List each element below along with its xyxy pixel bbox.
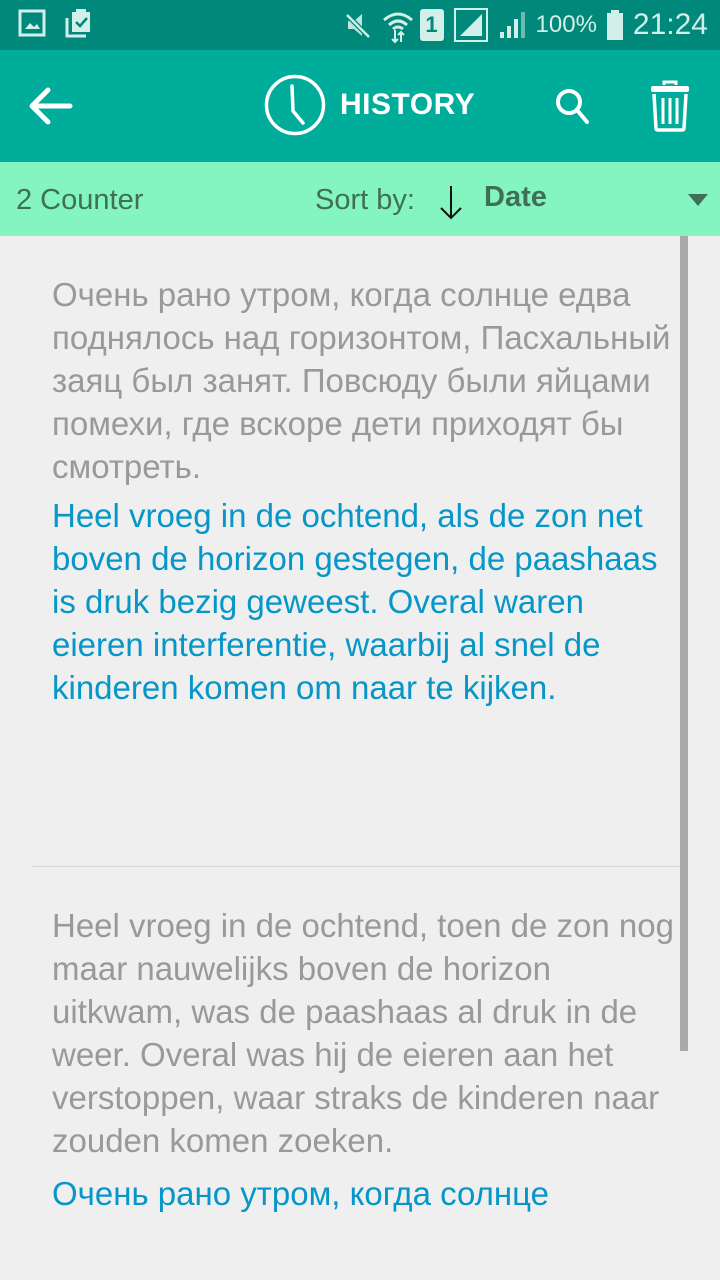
mute-icon — [343, 10, 372, 40]
translation-text: Очень рано утром, когда солнце — [52, 1175, 549, 1212]
wifi-icon — [382, 10, 413, 44]
divider — [32, 866, 688, 867]
clock-time: 21:24 — [632, 8, 708, 41]
clock-icon — [264, 74, 326, 136]
delete-all-button[interactable] — [642, 76, 698, 136]
sort-label: Sort by: — [315, 184, 415, 216]
sort-bar: 2 Counter Sort by: Date — [0, 162, 720, 236]
trash-icon — [651, 80, 689, 132]
sim1-icon: 1 — [419, 9, 444, 41]
dropdown-caret-icon[interactable] — [688, 194, 708, 206]
clipboard-check-icon — [64, 8, 92, 38]
source-text: Очень рано утром, когда солнце едва подн… — [52, 276, 671, 485]
signal-icon-2 — [498, 10, 526, 40]
gallery-notification-icon — [18, 8, 46, 38]
sim-number: 1 — [425, 12, 438, 37]
app-bar: HISTORY — [0, 50, 720, 162]
scrollbar[interactable] — [680, 236, 688, 1051]
translation-text: Heel vroeg in de ochtend, als de zon net… — [52, 497, 658, 706]
search-icon — [556, 89, 589, 124]
title-block: HISTORY — [264, 74, 475, 136]
history-list[interactable]: Очень рано утром, когда солнце едва подн… — [0, 236, 720, 1280]
arrow-down-icon[interactable] — [436, 182, 466, 222]
arrow-left-icon — [29, 87, 73, 125]
search-button[interactable] — [548, 82, 598, 132]
history-item[interactable]: Очень рано утром, когда солнце едва подн… — [0, 236, 720, 709]
status-bar: 1 100% 21:24 — [0, 0, 720, 50]
sort-select[interactable]: Date — [484, 181, 547, 214]
back-button[interactable] — [22, 80, 78, 132]
signal-icon — [453, 8, 488, 42]
battery-percent: 100% — [535, 11, 597, 38]
source-text: Heel vroeg in de ochtend, toen de zon no… — [52, 907, 674, 1159]
history-counter: 2 Counter — [16, 184, 144, 216]
history-item[interactable]: Heel vroeg in de ochtend, toen de zon no… — [0, 904, 720, 1215]
page-title: HISTORY — [340, 88, 476, 121]
battery-icon — [606, 10, 623, 40]
